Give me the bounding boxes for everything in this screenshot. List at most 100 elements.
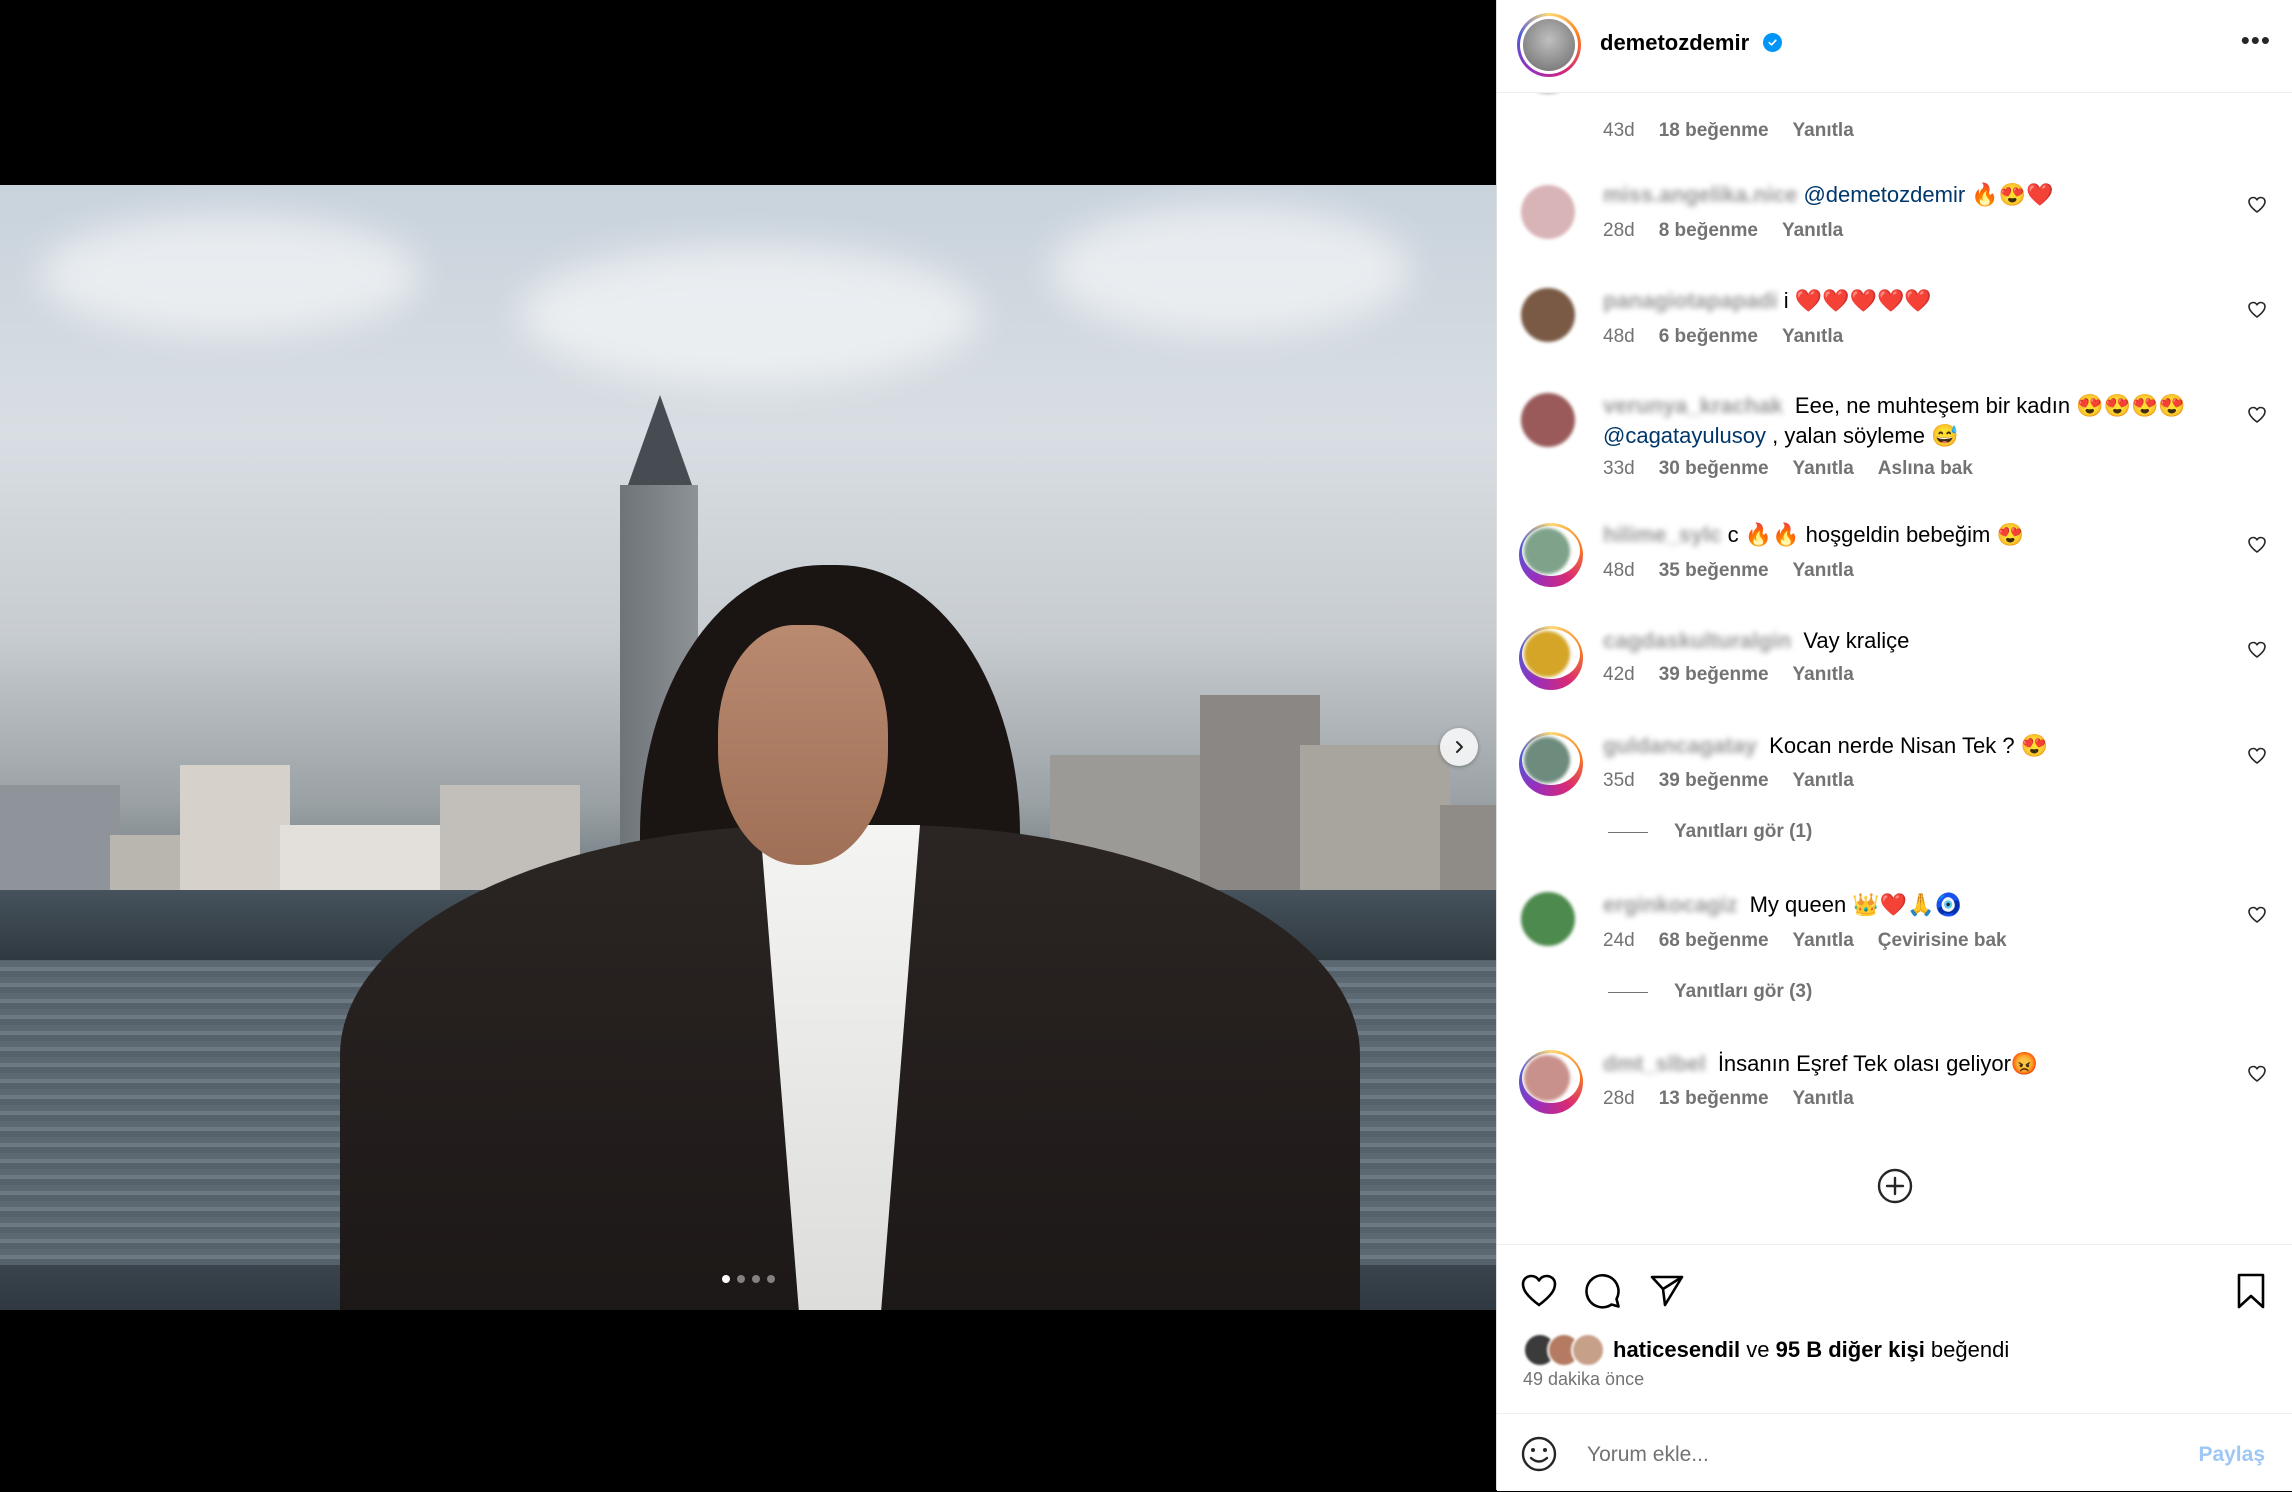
reply-button[interactable]: Yanıtla <box>1793 458 1854 479</box>
author-avatar[interactable] <box>1517 13 1581 77</box>
commenter-avatar[interactable] <box>1519 732 1583 796</box>
comment-meta: 48d 6 beğenme Yanıtla <box>1603 326 1867 348</box>
comment-body: My queen 👑❤️🙏🧿 <box>1743 892 1962 917</box>
comment-like-heart-icon[interactable] <box>2247 905 2267 925</box>
commenter-username[interactable]: verunya_krachak <box>1603 393 1783 418</box>
carousel-next-button[interactable] <box>1440 728 1478 766</box>
share-paper-plane-icon[interactable] <box>1647 1271 1687 1311</box>
reply-button[interactable]: Yanıtla <box>1793 560 1854 581</box>
likes-others-count[interactable]: 95 B diğer kişi <box>1776 1337 1925 1363</box>
comment-like-heart-icon[interactable] <box>2247 300 2267 320</box>
comment-like-heart-icon[interactable] <box>2247 405 2267 425</box>
post-comment-button[interactable]: Paylaş <box>2192 1442 2271 1468</box>
commenter-username[interactable]: cagdaskulturalgin <box>1603 628 1791 653</box>
comment-likes-count[interactable]: 8 beğenme <box>1659 220 1758 241</box>
post-header: demetozdemir ••• <box>1497 0 2292 93</box>
post-photo[interactable] <box>0 185 1496 1310</box>
comment-likes-count[interactable]: 39 beğenme <box>1659 664 1769 685</box>
comment-text: erginkocagiz My queen 👑❤️🙏🧿 <box>1603 890 2203 920</box>
replies-divider-line <box>1608 991 1648 993</box>
load-more-comments-button[interactable] <box>1876 1167 1914 1205</box>
commenter-avatar[interactable] <box>1519 626 1583 690</box>
commenter-avatar[interactable] <box>1521 892 1575 946</box>
comment-time[interactable]: 42d <box>1603 664 1635 685</box>
comment-like-heart-icon[interactable] <box>2247 1064 2267 1084</box>
comment-meta: 28d 8 beğenme Yanıtla <box>1603 220 1867 242</box>
reply-button[interactable]: Yanıtla <box>1793 1088 1854 1109</box>
comment-meta: 24d 68 beğenme Yanıtla Çevirisine bak <box>1603 930 2031 952</box>
emoji-smiley-icon[interactable] <box>1519 1434 1559 1474</box>
comment-time[interactable]: 43d <box>1603 120 1635 141</box>
commenter-username[interactable]: panagiotapapadi <box>1603 288 1778 313</box>
carousel-indicator <box>0 1275 1496 1283</box>
comment-text: miss.angelika.nice @demetozdemir 🔥😍❤️ <box>1603 180 2203 210</box>
liker-avatars[interactable] <box>1523 1333 1605 1367</box>
liker-username[interactable]: haticesendil <box>1613 1337 1740 1363</box>
comment-time[interactable]: 33d <box>1603 458 1635 479</box>
carousel-dot <box>751 1275 760 1283</box>
comment-like-heart-icon[interactable] <box>2247 535 2267 555</box>
commenter-avatar[interactable] <box>1521 393 1575 447</box>
comment-time[interactable]: 35d <box>1603 770 1635 791</box>
comment-time[interactable]: 28d <box>1603 1088 1635 1109</box>
commenter-username[interactable]: erginkocagiz <box>1603 892 1737 917</box>
comment-time[interactable]: 48d <box>1603 326 1635 347</box>
comment-time[interactable]: 48d <box>1603 560 1635 581</box>
comment-bubble-icon[interactable] <box>1583 1271 1623 1311</box>
view-replies-button[interactable]: Yanıtları gör (1) <box>1608 821 1812 843</box>
reply-button[interactable]: Yanıtla <box>1782 326 1843 347</box>
comment-likes-count[interactable]: 6 beğenme <box>1659 326 1758 347</box>
comment-meta: 48d 35 beğenme Yanıtla <box>1603 560 1878 582</box>
commenter-avatar[interactable] <box>1519 523 1583 587</box>
comment-input[interactable] <box>1585 1436 2149 1474</box>
comment-meta: 28d 13 beğenme Yanıtla <box>1603 1088 1878 1110</box>
commenter-username[interactable]: hilime_sylc <box>1603 522 1722 547</box>
likes-summary: haticesendil ve 95 B diğer kişi beğendi <box>1523 1333 2009 1367</box>
commenter-username[interactable]: dmt_slbel <box>1603 1051 1706 1076</box>
comment-likes-count[interactable]: 18 beğenme <box>1659 120 1769 141</box>
see-translation-button[interactable]: Çevirisine bak <box>1878 930 2007 951</box>
comment-like-heart-icon[interactable] <box>2247 195 2267 215</box>
comment-time[interactable]: 28d <box>1603 220 1635 241</box>
carousel-dot <box>736 1275 745 1283</box>
comment-time[interactable]: 24d <box>1603 930 1635 951</box>
reply-button[interactable]: Yanıtla <box>1793 120 1854 141</box>
post-media <box>0 0 1496 1490</box>
reply-button[interactable]: Yanıtla <box>1793 770 1854 791</box>
commenter-username[interactable]: guldancagatay <box>1603 733 1757 758</box>
commenter-avatar[interactable] <box>1521 185 1575 239</box>
mention-link[interactable]: @demetozdemir <box>1803 182 1965 207</box>
comment-like-heart-icon[interactable] <box>2247 746 2267 766</box>
woman-face <box>718 625 888 865</box>
view-replies-button[interactable]: Yanıtları gör (3) <box>1608 981 1812 1003</box>
see-translation-button[interactable]: Aslına bak <box>1878 458 1973 479</box>
commenter-username[interactable]: miss.angelika.nice <box>1603 182 1797 207</box>
comment-likes-count[interactable]: 13 beğenme <box>1659 1088 1769 1109</box>
reply-button[interactable]: Yanıtla <box>1782 220 1843 241</box>
verified-badge-icon <box>1763 33 1782 52</box>
commenter-avatar[interactable] <box>1521 288 1575 342</box>
more-horizontal-icon[interactable]: ••• <box>2241 27 2271 53</box>
bookmark-save-icon[interactable] <box>2231 1271 2271 1311</box>
comment-text: panagiotapapadi i ❤️❤️❤️❤️❤️ <box>1603 286 2203 316</box>
reply-button[interactable]: Yanıtla <box>1793 930 1854 951</box>
comment-likes-count[interactable]: 39 beğenme <box>1659 770 1769 791</box>
author-username[interactable]: demetozdemir <box>1600 30 1749 56</box>
commenter-avatar[interactable] <box>1519 1050 1583 1114</box>
likes-connector: ve <box>1740 1337 1776 1362</box>
mention-link[interactable]: @cagatayulusoy <box>1603 423 1766 448</box>
comment-likes-count[interactable]: 35 beğenme <box>1659 560 1769 581</box>
like-heart-icon[interactable] <box>1519 1271 1559 1311</box>
comment-body: Eee, ne muhteşem bir kadın 😍😍😍😍 <box>1788 393 2186 418</box>
post-actions: haticesendil ve 95 B diğer kişi beğendi … <box>1497 1244 2292 1491</box>
comment-likes-count[interactable]: 30 beğenme <box>1659 458 1769 479</box>
comment-body: i ❤️❤️❤️❤️❤️ <box>1783 288 1932 313</box>
cloud <box>520 245 980 385</box>
comment-likes-count[interactable]: 68 beğenme <box>1659 930 1769 951</box>
comment-list: seviyorum ❤️43d18 beğenmeYanıtlamiss.ang… <box>1497 60 2292 1240</box>
post-timestamp[interactable]: 49 dakika önce <box>1523 1369 1644 1390</box>
view-replies-label: Yanıtları gör (3) <box>1674 981 1813 1002</box>
reply-button[interactable]: Yanıtla <box>1793 664 1854 685</box>
comment-text: hilime_sylc c 🔥🔥 hoşgeldin bebeğim 😍 <box>1603 520 2203 550</box>
comment-like-heart-icon[interactable] <box>2247 640 2267 660</box>
